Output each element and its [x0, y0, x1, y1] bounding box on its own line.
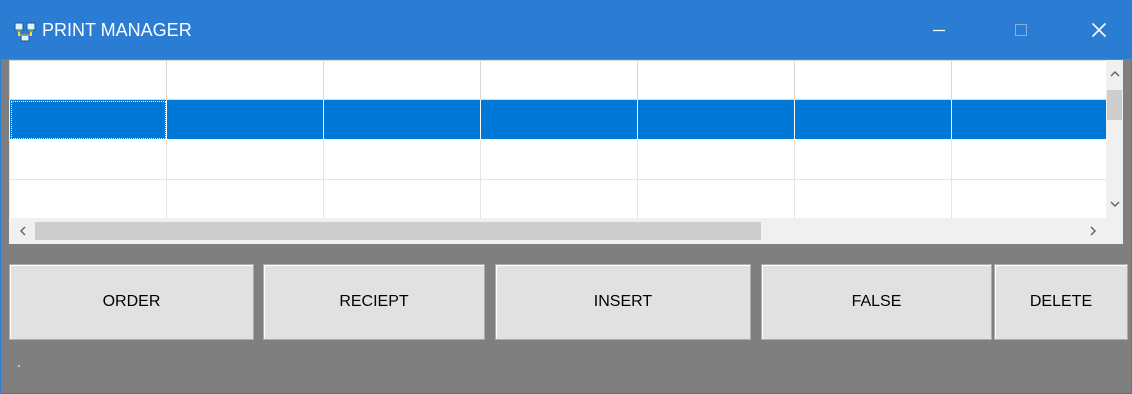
scroll-down-button[interactable]: [1106, 192, 1123, 216]
close-icon: [1091, 22, 1107, 38]
grid-cell[interactable]: [637, 179, 795, 220]
horizontal-scrollbar[interactable]: [9, 218, 1106, 244]
table-row-selected[interactable]: [9, 99, 1107, 140]
maximize-button[interactable]: [993, 1, 1049, 59]
chevron-down-icon: [1110, 201, 1119, 207]
grid-cell[interactable]: [9, 179, 167, 220]
minimize-icon: [933, 29, 945, 32]
grid-cell[interactable]: [166, 179, 324, 220]
false-button[interactable]: FALSE: [761, 264, 992, 340]
column-header[interactable]: [323, 60, 481, 100]
grid-cell[interactable]: [794, 99, 952, 140]
grid-cell[interactable]: [951, 179, 1107, 220]
order-button[interactable]: ORDER: [9, 264, 254, 340]
window-title: PRINT MANAGER: [42, 20, 192, 40]
grid-cell[interactable]: [637, 99, 795, 140]
table-row[interactable]: [9, 139, 1107, 180]
column-header[interactable]: [794, 60, 952, 100]
network-computers-icon: [14, 22, 36, 42]
grid-cell[interactable]: [9, 139, 167, 180]
minimize-button[interactable]: [911, 1, 967, 59]
grid-cell[interactable]: [951, 99, 1107, 140]
status-label: .: [17, 354, 21, 370]
table-row[interactable]: [9, 179, 1107, 220]
grid-cell[interactable]: [323, 99, 481, 140]
column-header[interactable]: [951, 60, 1107, 100]
grid-header-row: [9, 60, 1107, 100]
scrollbar-corner: [1106, 218, 1123, 244]
grid-cell[interactable]: [166, 139, 324, 180]
grid-cell[interactable]: [480, 99, 638, 140]
grid-table[interactable]: [9, 60, 1107, 220]
grid-cell[interactable]: [323, 179, 481, 220]
chevron-right-icon: [1090, 226, 1096, 236]
title-bar[interactable]: PRINT MANAGER: [1, 1, 1131, 59]
grid-cell[interactable]: [323, 139, 481, 180]
receipt-button[interactable]: RECIEPT: [263, 264, 485, 340]
close-button[interactable]: [1071, 1, 1127, 59]
insert-button[interactable]: INSERT: [495, 264, 751, 340]
chevron-left-icon: [20, 226, 26, 236]
grid-cell[interactable]: [480, 139, 638, 180]
data-grid[interactable]: [9, 60, 1123, 244]
grid-cell[interactable]: [480, 179, 638, 220]
vertical-scrollbar[interactable]: [1106, 60, 1123, 218]
scroll-right-button[interactable]: [1081, 218, 1105, 244]
grid-cell[interactable]: [166, 99, 324, 140]
grid-cell[interactable]: [637, 139, 795, 180]
horizontal-scroll-thumb[interactable]: [35, 222, 761, 240]
grid-cell[interactable]: [951, 139, 1107, 180]
maximize-icon: [1015, 24, 1027, 36]
scroll-left-button[interactable]: [11, 218, 35, 244]
scroll-up-button[interactable]: [1106, 62, 1123, 86]
vertical-scroll-thumb[interactable]: [1107, 90, 1122, 120]
chevron-up-icon: [1110, 71, 1119, 77]
grid-cell[interactable]: [794, 139, 952, 180]
column-header[interactable]: [166, 60, 324, 100]
grid-cell-focused[interactable]: [9, 99, 167, 140]
column-header[interactable]: [480, 60, 638, 100]
print-manager-window: PRINT MANAGER ORDER RECIEPT INSERT FALSE…: [0, 0, 1132, 394]
grid-cell[interactable]: [794, 179, 952, 220]
column-header[interactable]: [9, 60, 167, 100]
column-header[interactable]: [637, 60, 795, 100]
delete-button[interactable]: DELETE: [994, 264, 1128, 340]
